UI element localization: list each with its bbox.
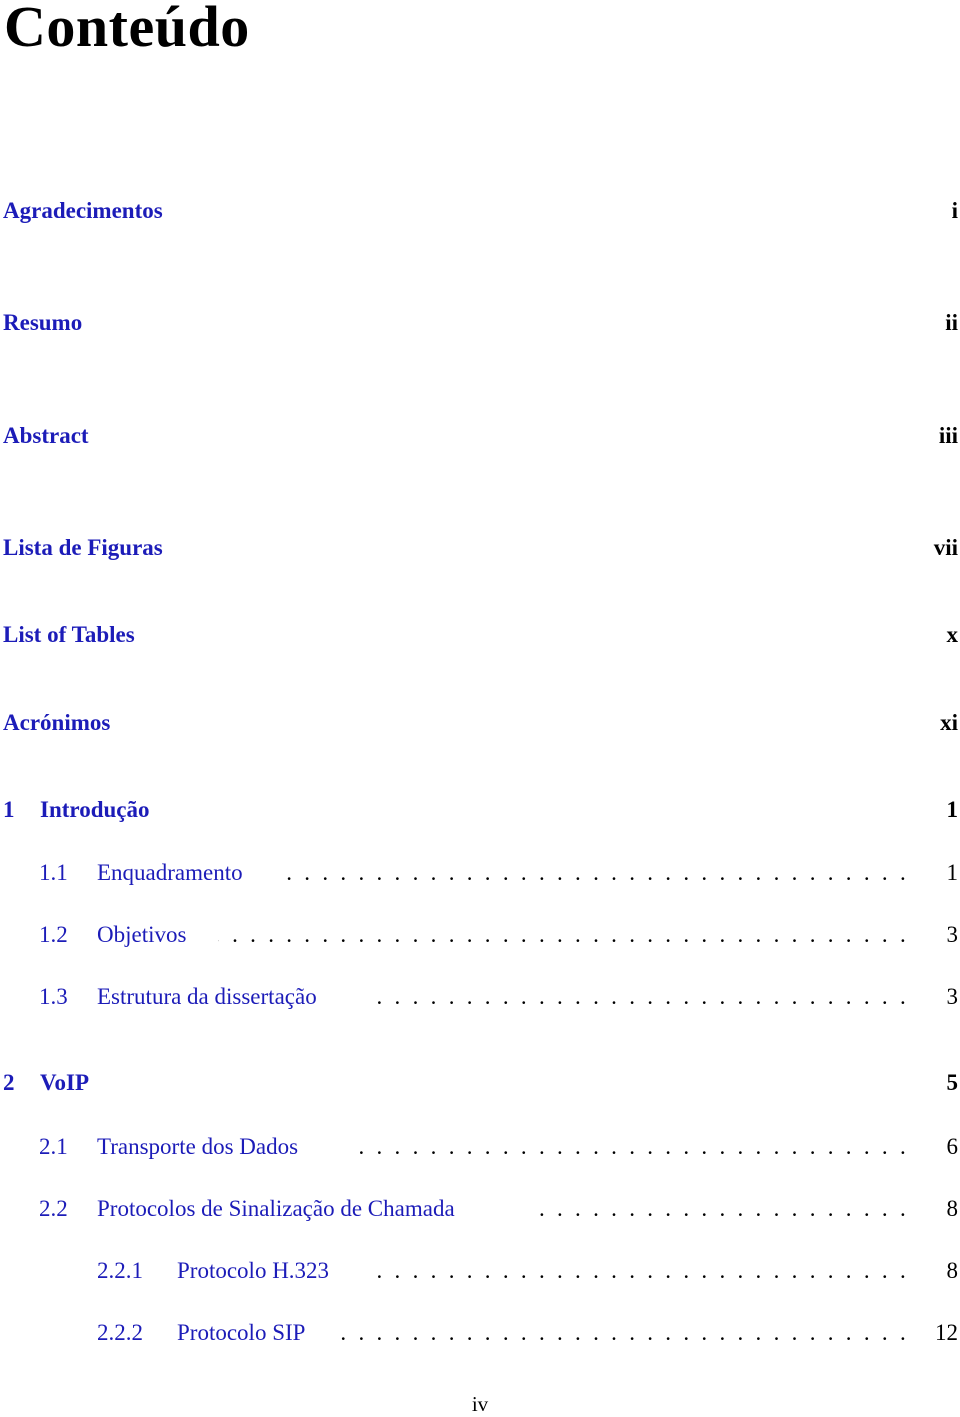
section-number[interactable]: 2.2 [39,1196,68,1222]
toc-page-number: 1 [946,797,959,822]
toc-subsection-2-2-2[interactable]: 2.2.2 Protocolo SIP ....................… [0,1320,960,1354]
dot-leader: ........................................… [278,860,918,885]
toc-subsection-2-2-1[interactable]: 2.2.1 Protocolo H.323 ..................… [0,1258,960,1292]
dot-leader: ........................................… [373,984,918,1009]
dot-leader: ........................................… [528,1196,918,1221]
toc-page-number: 6 [946,1134,959,1159]
toc-entry-lista-de-figuras[interactable]: Lista de Figuras vii [0,535,960,569]
toc-page-number: 12 [935,1320,958,1345]
toc-entry-abstract[interactable]: Abstract iii [0,423,960,457]
subsection-number[interactable]: 2.2.2 [97,1320,143,1346]
toc-page-number: iii [938,423,958,448]
toc-chapter-2[interactable]: 2 VoIP 5 [0,1070,960,1104]
section-number[interactable]: 1.2 [39,922,68,948]
toc-chapter-1[interactable]: 1 Introdução 1 [0,797,960,831]
toc-link-protocolo-h323[interactable]: Protocolo H.323 [177,1258,329,1284]
toc-link-objetivos[interactable]: Objetivos [97,922,186,948]
toc-page-number: 5 [946,1070,959,1095]
dot-leader: ........................................… [218,922,918,947]
toc-page-number: vii [933,535,958,560]
toc-link-protocolos-de-sinalizacao[interactable]: Protocolos de Sinalização de Chamada [97,1196,455,1222]
toc-link-lista-de-figuras[interactable]: Lista de Figuras [3,535,163,561]
toc-link-acronimos[interactable]: Acrónimos [3,710,110,736]
toc-page-number: x [946,622,959,647]
toc-link-enquadramento[interactable]: Enquadramento [97,860,243,886]
toc-page-number: 8 [946,1258,959,1283]
section-number[interactable]: 1.1 [39,860,68,886]
dot-leader: ........................................… [335,1320,918,1345]
section-number[interactable]: 2.1 [39,1134,68,1160]
toc-page-number: 3 [946,984,959,1009]
toc-link-voip[interactable]: VoIP [40,1070,89,1096]
toc-link-abstract[interactable]: Abstract [3,423,89,449]
toc-link-resumo[interactable]: Resumo [3,310,82,336]
toc-link-protocolo-sip[interactable]: Protocolo SIP [177,1320,305,1346]
dot-leader: ........................................… [373,1258,918,1283]
toc-section-1-1[interactable]: 1.1 Enquadramento ......................… [0,860,960,894]
toc-section-1-2[interactable]: 1.2 Objetivos ..........................… [0,922,960,956]
toc-page-number: i [951,198,958,223]
toc-page-number: 1 [946,860,959,885]
toc-link-list-of-tables[interactable]: List of Tables [3,622,135,648]
toc-section-2-1[interactable]: 2.1 Transporte dos Dados ...............… [0,1134,960,1168]
toc-section-1-3[interactable]: 1.3 Estrutura da dissertação ...........… [0,984,960,1018]
toc-page-number: 3 [946,922,959,947]
toc-link-agradecimentos[interactable]: Agradecimentos [3,198,163,224]
toc-entry-agradecimentos[interactable]: Agradecimentos i [0,198,960,232]
subsection-number[interactable]: 2.2.1 [97,1258,143,1284]
toc-link-estrutura-da-dissertacao[interactable]: Estrutura da dissertação [97,984,317,1010]
toc-page-number: ii [945,310,958,335]
page-number: iv [471,1392,489,1416]
toc-entry-resumo[interactable]: Resumo ii [0,310,960,344]
toc-section-2-2[interactable]: 2.2 Protocolos de Sinalização de Chamada… [0,1196,960,1230]
page-title: Conteúdo [4,0,250,59]
toc-entry-list-of-tables[interactable]: List of Tables x [0,622,960,656]
toc-link-introducao[interactable]: Introdução [40,797,150,823]
toc-entry-acronimos[interactable]: Acrónimos xi [0,710,960,744]
section-number[interactable]: 1.3 [39,984,68,1010]
toc-page-number: xi [940,710,958,735]
dot-leader: ........................................… [353,1134,918,1159]
toc-link-transporte-dos-dados[interactable]: Transporte dos Dados [97,1134,298,1160]
toc-page-number: 8 [946,1196,959,1221]
chapter-number[interactable]: 1 [3,797,15,823]
chapter-number[interactable]: 2 [3,1070,15,1096]
